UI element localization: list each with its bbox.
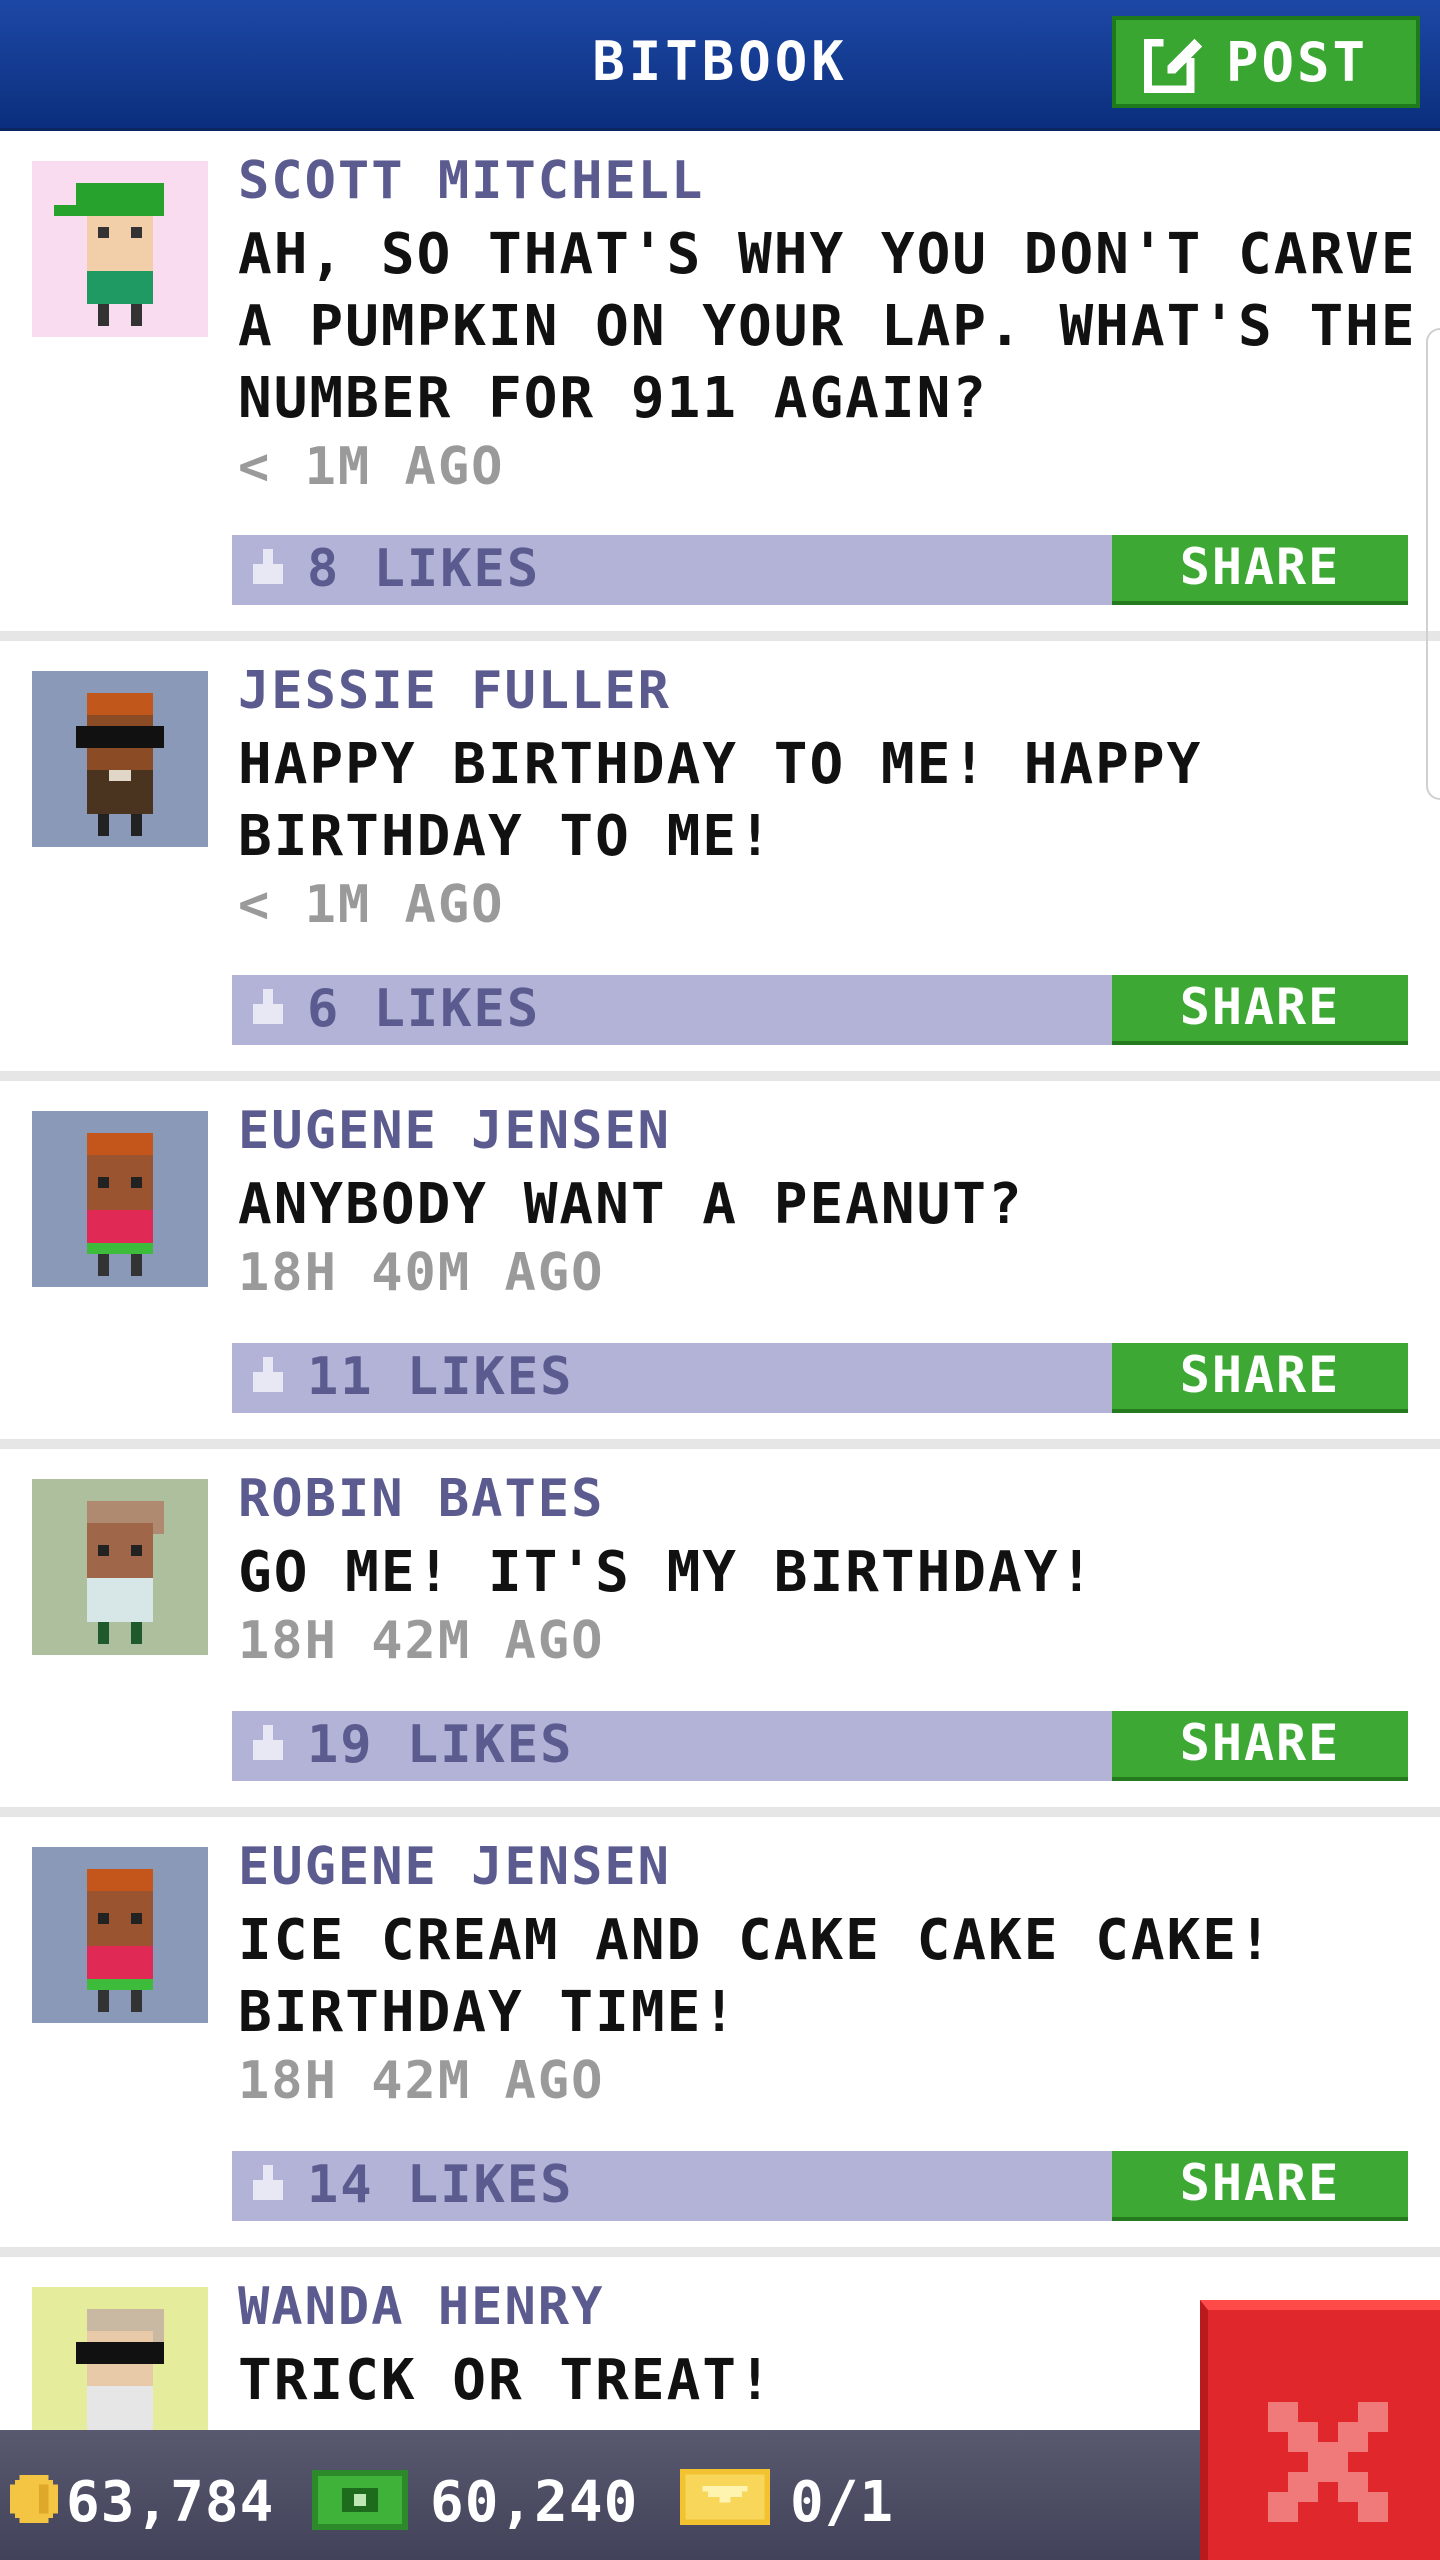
likes-count: 19 LIKES bbox=[307, 1715, 574, 1775]
scroll-indicator[interactable] bbox=[1426, 328, 1440, 800]
close-icon bbox=[1268, 2402, 1388, 2522]
post-author[interactable]: EUGENE JENSEN bbox=[238, 1101, 671, 1161]
likes-count: 11 LIKES bbox=[307, 1347, 574, 1407]
avatar bbox=[32, 671, 208, 847]
post-message: ANYBODY WANT A PEANUT? bbox=[238, 1172, 1024, 1237]
like-bar: 6 LIKES SHARE bbox=[232, 975, 1408, 1045]
feed-post: SCOTT MITCHELL AH, SO THAT'S WHY YOU DON… bbox=[0, 131, 1440, 641]
avatar bbox=[32, 1479, 208, 1655]
post-time: 18H 42M AGO bbox=[238, 1611, 605, 1671]
post-time: 18H 40M AGO bbox=[238, 1243, 605, 1303]
post-message: ICE CREAM AND CAKE CAKE CAKE! BIRTHDAY T… bbox=[238, 1908, 1274, 2045]
post-time: < 1M AGO bbox=[238, 875, 505, 935]
avatar bbox=[32, 2287, 208, 2431]
bux-icon bbox=[312, 2470, 408, 2530]
app-header: BITBOOK POST bbox=[0, 0, 1440, 131]
ticket-icon bbox=[680, 2468, 770, 2526]
post-author[interactable]: SCOTT MITCHELL bbox=[238, 151, 704, 211]
post-message: HAPPY BIRTHDAY TO ME! HAPPY BIRTHDAY TO … bbox=[238, 732, 1203, 869]
feed-post: EUGENE JENSEN ICE CREAM AND CAKE CAKE CA… bbox=[0, 1817, 1440, 2257]
post-author[interactable]: WANDA HENRY bbox=[238, 2277, 604, 2337]
share-button[interactable]: SHARE bbox=[1112, 1343, 1408, 1413]
share-button[interactable]: SHARE bbox=[1112, 975, 1408, 1045]
like-bar: 8 LIKES SHARE bbox=[232, 535, 1408, 605]
post-button-label: POST bbox=[1226, 30, 1369, 94]
like-bar: 14 LIKES SHARE bbox=[232, 2151, 1408, 2221]
avatar bbox=[32, 161, 208, 337]
thumbs-up-icon[interactable] bbox=[248, 1357, 288, 1397]
share-button[interactable]: SHARE bbox=[1112, 2151, 1408, 2221]
tickets-count: 0/1 bbox=[790, 2470, 895, 2535]
coin-icon bbox=[10, 2475, 58, 2523]
post-message: GO ME! IT'S MY BIRTHDAY! bbox=[238, 1540, 1096, 1605]
post-feed[interactable]: SCOTT MITCHELL AH, SO THAT'S WHY YOU DON… bbox=[0, 131, 1440, 2431]
bux-balance: 60,240 bbox=[430, 2470, 639, 2535]
likes-count: 14 LIKES bbox=[307, 2155, 574, 2215]
post-message: AH, SO THAT'S WHY YOU DON'T CARVE A PUMP… bbox=[238, 222, 1417, 431]
post-button[interactable]: POST bbox=[1112, 16, 1420, 108]
edit-icon bbox=[1144, 34, 1203, 93]
feed-post: ROBIN BATES GO ME! IT'S MY BIRTHDAY! 18H… bbox=[0, 1449, 1440, 1817]
avatar bbox=[32, 1847, 208, 2023]
post-time: 18H 42M AGO bbox=[238, 2051, 605, 2111]
feed-post: JESSIE FULLER HAPPY BIRTHDAY TO ME! HAPP… bbox=[0, 641, 1440, 1081]
thumbs-up-icon[interactable] bbox=[248, 2165, 288, 2205]
share-button[interactable]: SHARE bbox=[1112, 535, 1408, 605]
post-author[interactable]: EUGENE JENSEN bbox=[238, 1837, 671, 1897]
post-author[interactable]: ROBIN BATES bbox=[238, 1469, 604, 1529]
thumbs-up-icon[interactable] bbox=[248, 549, 288, 589]
likes-count: 8 LIKES bbox=[307, 539, 541, 599]
thumbs-up-icon[interactable] bbox=[248, 1725, 288, 1765]
feed-post: EUGENE JENSEN ANYBODY WANT A PEANUT? 18H… bbox=[0, 1081, 1440, 1449]
like-bar: 11 LIKES SHARE bbox=[232, 1343, 1408, 1413]
post-author[interactable]: JESSIE FULLER bbox=[238, 661, 671, 721]
post-time: < 1M AGO bbox=[238, 437, 505, 497]
share-button[interactable]: SHARE bbox=[1112, 1711, 1408, 1781]
coins-balance: 63,784 bbox=[66, 2470, 275, 2535]
close-button[interactable] bbox=[1200, 2300, 1440, 2560]
likes-count: 6 LIKES bbox=[307, 979, 541, 1039]
avatar bbox=[32, 1111, 208, 1287]
thumbs-up-icon[interactable] bbox=[248, 989, 288, 1029]
like-bar: 19 LIKES SHARE bbox=[232, 1711, 1408, 1781]
